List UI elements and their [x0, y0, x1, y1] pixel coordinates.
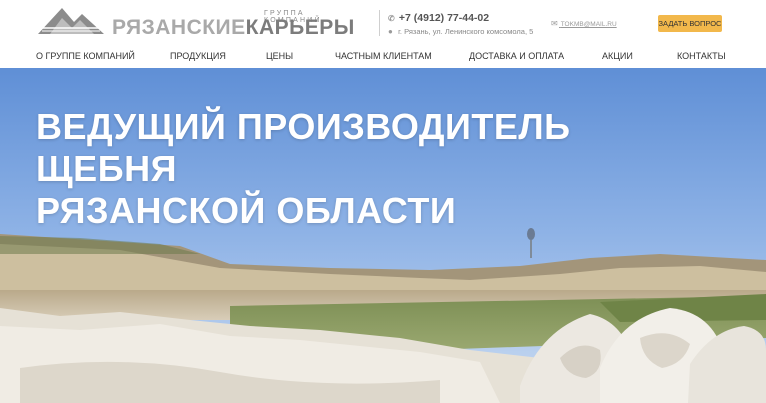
- email-block[interactable]: ✉ TOKMB@MAIL.RU: [551, 19, 617, 28]
- mountains-logo-icon: [38, 8, 104, 34]
- site-header: ГРУППА КОМПАНИЙ РЯЗАНСКИЕКАРЬЕРЫ ✆ +7 (4…: [0, 0, 766, 44]
- location-pin-icon: ●: [388, 27, 393, 36]
- nav-item-products[interactable]: ПРОДУКЦИЯ: [170, 51, 226, 61]
- nav-item-prices[interactable]: ЦЕНЫ: [266, 51, 293, 61]
- nav-item-contacts[interactable]: КОНТАКТЫ: [677, 51, 726, 61]
- logo[interactable]: ГРУППА КОМПАНИЙ РЯЗАНСКИЕКАРЬЕРЫ: [36, 6, 366, 40]
- header-divider: [379, 10, 380, 36]
- address-block: ● г. Рязань, ул. Ленинского комсомола, 5: [388, 27, 533, 36]
- hero-title-line-1: ВЕДУЩИЙ ПРОИЗВОДИТЕЛЬ: [36, 106, 571, 147]
- phone-icon: ✆: [388, 14, 395, 23]
- phone-block[interactable]: ✆ +7 (4912) 77-44-02: [388, 12, 489, 24]
- hero-title-line-3: РЯЗАНСКОЙ ОБЛАСТИ: [36, 190, 457, 231]
- nav-item-delivery[interactable]: ДОСТАВКА И ОПЛАТА: [469, 51, 564, 61]
- phone-number[interactable]: +7 (4912) 77-44-02: [399, 12, 489, 24]
- hero-title-line-2: ЩЕБНЯ: [36, 148, 177, 189]
- address-text: г. Рязань, ул. Ленинского комсомола, 5: [398, 27, 534, 36]
- email-link[interactable]: TOKMB@MAIL.RU: [561, 21, 617, 28]
- nav-item-private-clients[interactable]: ЧАСТНЫМ КЛИЕНТАМ: [335, 51, 432, 61]
- ask-question-button[interactable]: ЗАДАТЬ ВОПРОС: [658, 15, 722, 32]
- logo-name: РЯЗАНСКИЕКАРЬЕРЫ: [112, 16, 355, 40]
- email-icon: ✉: [551, 19, 558, 28]
- main-nav: О ГРУППЕ КОМПАНИЙ ПРОДУКЦИЯ ЦЕНЫ ЧАСТНЫМ…: [0, 46, 766, 68]
- hero-title: ВЕДУЩИЙ ПРОИЗВОДИТЕЛЬ ЩЕБНЯ РЯЗАНСКОЙ ОБ…: [36, 106, 571, 232]
- nav-item-about[interactable]: О ГРУППЕ КОМПАНИЙ: [36, 51, 135, 61]
- nav-item-promotions[interactable]: АКЦИИ: [602, 51, 633, 61]
- logo-name-part2: КАРЬЕРЫ: [245, 16, 355, 39]
- logo-name-part1: РЯЗАНСКИЕ: [112, 16, 246, 39]
- hero-banner: ВЕДУЩИЙ ПРОИЗВОДИТЕЛЬ ЩЕБНЯ РЯЗАНСКОЙ ОБ…: [0, 68, 766, 403]
